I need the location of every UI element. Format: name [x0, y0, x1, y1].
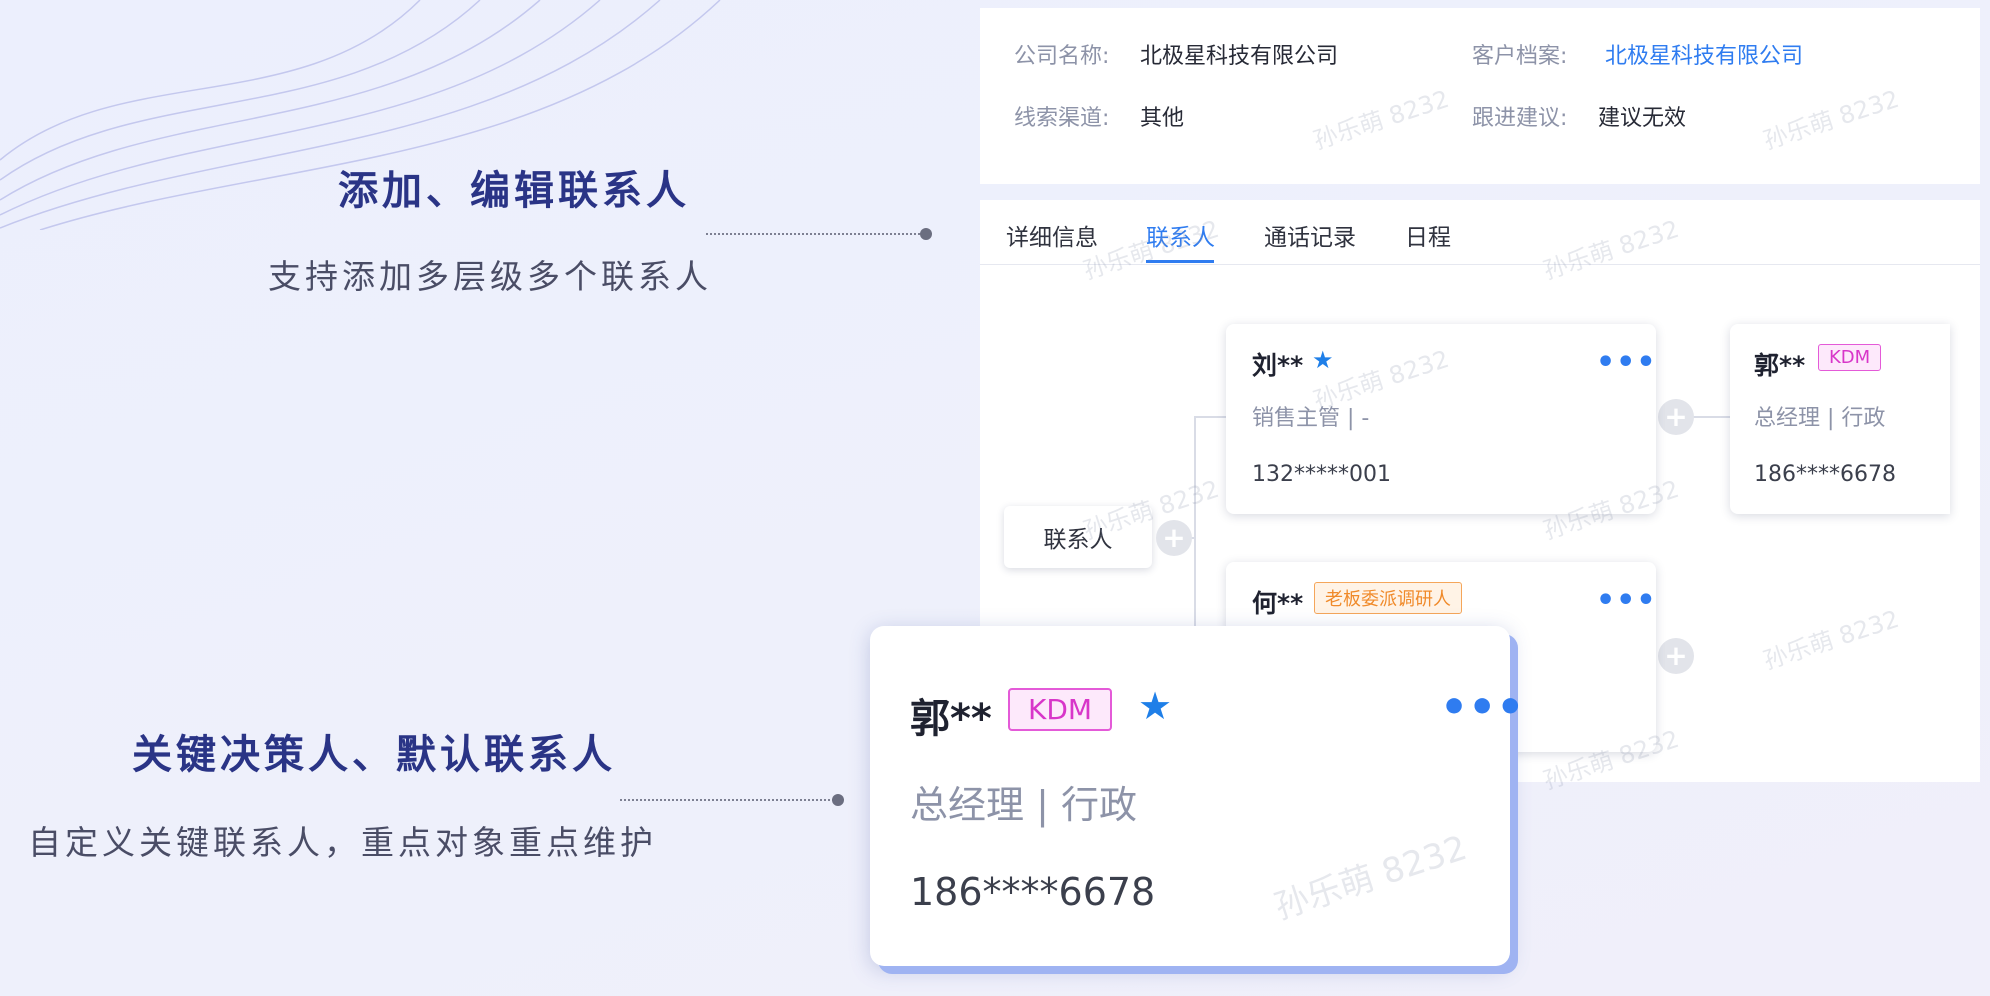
more-dots-icon[interactable]: •••	[1440, 686, 1524, 730]
contact-role: 总经理 | 行政	[1754, 406, 1886, 431]
highlight-contact-phone: 186****6678	[910, 870, 1156, 914]
highlight-contact-role: 总经理 | 行政	[910, 783, 1137, 827]
contact-phone: 132*****001	[1252, 462, 1391, 487]
feature-title-kdm: 关键决策人、默认联系人	[132, 732, 616, 778]
more-dots-icon[interactable]: •••	[1596, 348, 1656, 378]
more-dots-icon[interactable]: •••	[1596, 586, 1656, 616]
contact-root-node[interactable]: 联系人	[1004, 506, 1152, 568]
plus-circle-icon[interactable]: +	[1658, 638, 1694, 674]
customer-info-panel: 公司名称: 北极星科技有限公司 客户档案: 北极星科技有限公司 线索渠道: 其他…	[980, 8, 1980, 184]
contact-name: 刘**	[1252, 351, 1304, 380]
contact-card[interactable]: 郭** KDM 总经理 | 行政 186****6678	[1730, 324, 1950, 514]
highlight-contact-name: 郭**	[910, 696, 992, 742]
highlight-contact-card[interactable]: 郭** KDM ★ ••• 总经理 | 行政 186****6678	[870, 626, 1524, 966]
connector-line	[620, 799, 838, 801]
tab-details[interactable]: 详细信息	[1006, 218, 1098, 252]
company-value: 北极星科技有限公司	[1140, 44, 1339, 69]
feature-title-add-edit: 添加、编辑联系人	[338, 168, 690, 214]
archive-link[interactable]: 北极星科技有限公司	[1605, 38, 1803, 70]
company-label: 公司名称:	[1014, 44, 1110, 69]
contact-card[interactable]: 刘** ★ ••• 销售主管 | - 132*****001	[1226, 324, 1656, 514]
kdm-tag: KDM	[1008, 688, 1113, 731]
contact-phone: 186****6678	[1754, 462, 1896, 487]
tab-contacts[interactable]: 联系人	[1146, 218, 1215, 252]
star-icon[interactable]: ★	[1312, 346, 1334, 374]
kdm-tag: KDM	[1818, 344, 1882, 371]
advice-label: 跟进建议:	[1472, 106, 1568, 131]
channel-value: 其他	[1140, 106, 1185, 131]
tab-bar: 详细信息 联系人 通话记录 日程	[980, 200, 1980, 265]
plus-circle-icon[interactable]: +	[1658, 399, 1694, 435]
advice-value: 建议无效	[1598, 106, 1687, 131]
contact-name: 郭**	[1754, 351, 1806, 380]
archive-label: 客户档案:	[1472, 44, 1568, 69]
star-icon[interactable]: ★	[1138, 684, 1172, 728]
active-tab-indicator	[1146, 260, 1214, 263]
delegate-tag: 老板委派调研人	[1314, 582, 1462, 614]
feature-subtitle-kdm: 自定义关键联系人，重点对象重点维护	[28, 823, 657, 862]
tab-schedule[interactable]: 日程	[1405, 218, 1451, 252]
connector-line	[706, 233, 924, 235]
connector-dot	[832, 794, 844, 806]
channel-label: 线索渠道:	[1014, 106, 1110, 131]
contact-name: 何**	[1252, 589, 1304, 618]
connector-dot	[920, 228, 932, 240]
tab-call-records[interactable]: 通话记录	[1264, 218, 1356, 252]
plus-circle-icon[interactable]: +	[1156, 520, 1192, 556]
contact-role: 销售主管 | -	[1252, 406, 1370, 431]
feature-subtitle-add-edit: 支持添加多层级多个联系人	[268, 257, 712, 296]
